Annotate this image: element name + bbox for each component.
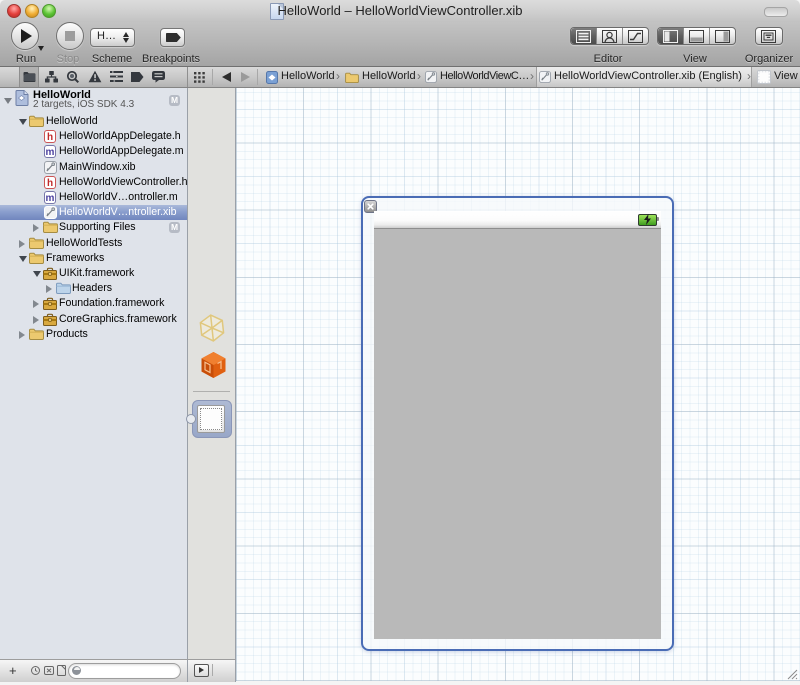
svg-text:h: h [47,178,53,189]
svg-text:m: m [46,193,55,204]
svg-text:m: m [46,147,55,158]
svg-text:h: h [47,132,53,143]
